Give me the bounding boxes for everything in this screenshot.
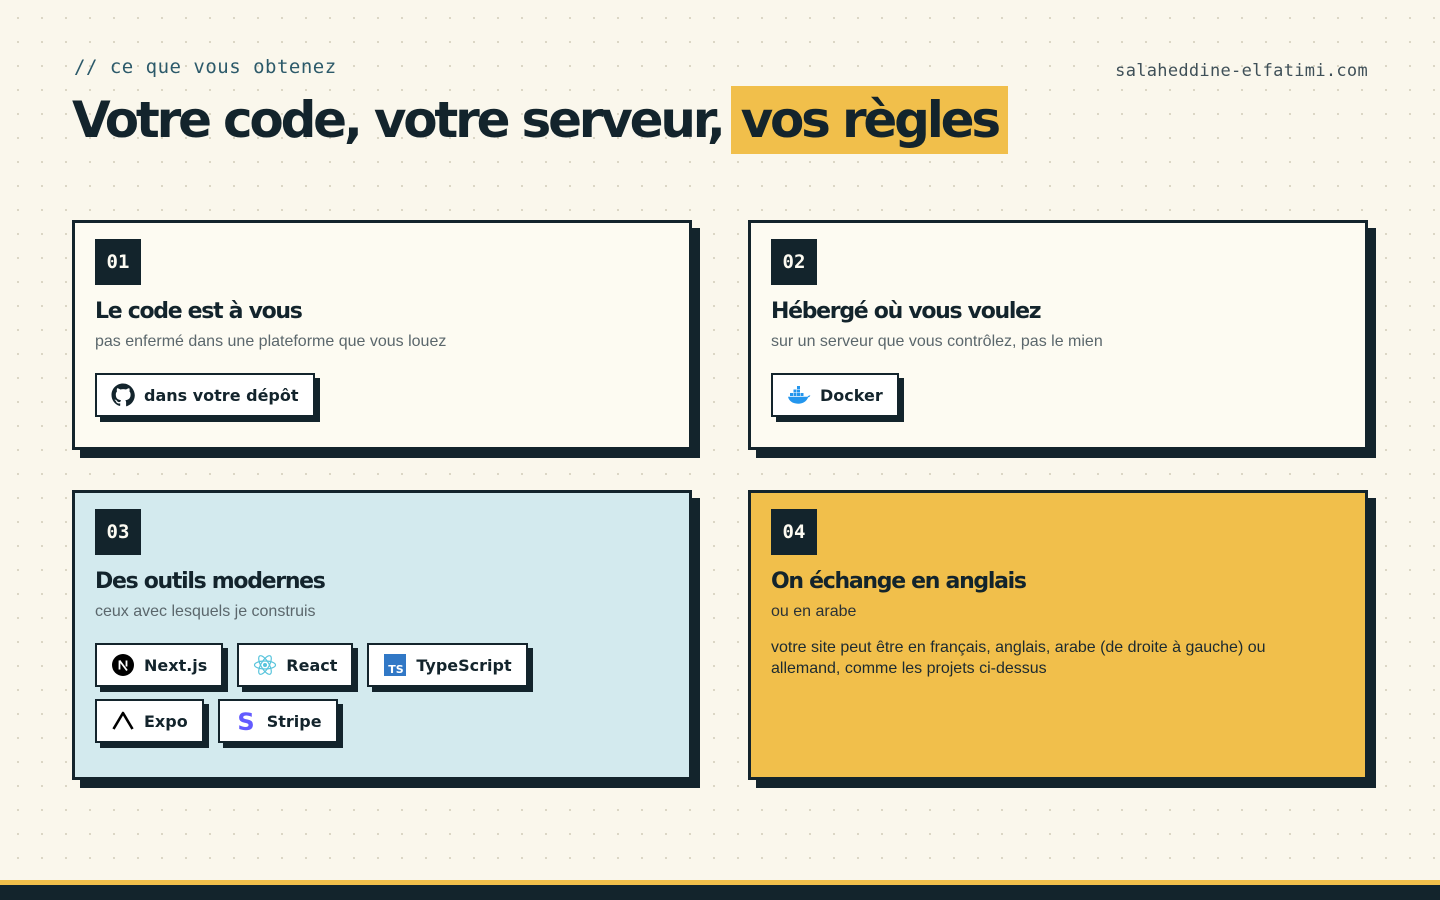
chip-label: Expo (144, 711, 188, 731)
chip-label: Docker (820, 385, 883, 405)
docker-icon (788, 386, 811, 404)
card-number: 04 (771, 509, 817, 555)
feature-card-code-ownership: 01 Le code est à vous pas enfermé dans u… (72, 220, 692, 450)
chip-label: Stripe (266, 711, 322, 731)
chip-list: Docker (771, 373, 1345, 417)
expo-icon (112, 711, 134, 730)
card-title: Hébergé où vous voulez (771, 299, 1042, 324)
nextjs-icon (112, 654, 134, 676)
feature-card-languages: 04 On échange en anglais ou en arabe vot… (748, 490, 1368, 780)
chip-label: dans votre dépôt (144, 385, 299, 405)
headline-main: Votre code, votre serveur, (72, 91, 726, 149)
chip-label: Next.js (144, 655, 208, 675)
docker-chip: Docker (771, 373, 899, 417)
stripe-chip: S Stripe (217, 699, 338, 743)
card-title: Des outils modernes (95, 569, 326, 594)
card-number: 01 (95, 239, 141, 285)
eyebrow-label: // ce que vous obtenez (74, 56, 337, 78)
card-number: 03 (95, 509, 141, 555)
repo-chip: dans votre dépôt (95, 373, 315, 417)
site-link[interactable]: salaheddine-elfatimi.com (1115, 61, 1368, 81)
feature-card-hosting: 02 Hébergé où vous voulez sur un serveur… (748, 220, 1368, 450)
card-title: Le code est à vous (95, 299, 303, 324)
card-subtitle: pas enfermé dans une plateforme que vous… (95, 333, 447, 350)
github-icon (111, 383, 135, 407)
chip-list: dans votre dépôt (95, 373, 669, 417)
react-icon (254, 655, 277, 675)
typescript-icon: TS (384, 654, 407, 676)
svg-text:TS: TS (389, 663, 405, 676)
card-title: On échange en anglais (771, 569, 1027, 594)
chip-label: React (286, 655, 338, 675)
card-description: votre site peut être en français, anglai… (771, 639, 1266, 677)
chip-list: Next.js React TS TypeScript Expo S Strip… (95, 643, 635, 743)
svg-text:S: S (237, 709, 254, 733)
footer-bar (0, 880, 1440, 900)
react-chip: React (237, 643, 354, 687)
headline-highlight: vos règles (730, 86, 1008, 154)
typescript-chip: TS TypeScript (367, 643, 528, 687)
stripe-icon: S (237, 709, 254, 733)
card-subtitle: ou en arabe (771, 603, 857, 620)
nextjs-chip: Next.js (95, 643, 224, 687)
card-subtitle: ceux avec lesquels je construis (95, 603, 316, 620)
feature-card-tools: 03 Des outils modernes ceux avec lesquel… (72, 490, 692, 780)
card-subtitle: sur un serveur que vous contrôlez, pas l… (771, 333, 1103, 350)
chip-label: TypeScript (416, 655, 512, 675)
page-title: Votre code, votre serveur, vos règles (72, 86, 1008, 154)
card-number: 02 (771, 239, 817, 285)
expo-chip: Expo (95, 699, 204, 743)
